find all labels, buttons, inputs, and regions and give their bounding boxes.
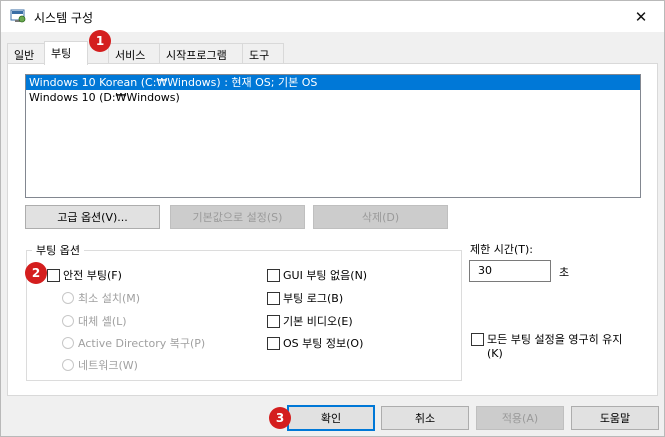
base-video-checkbox[interactable]: 기본 비디오(E) <box>267 313 353 329</box>
tab-tools[interactable]: 도구 <box>242 43 284 64</box>
alternate-shell-radio[interactable]: 대체 셸(L) <box>62 313 127 329</box>
boot-options-title: 부팅 옵션 <box>32 242 84 258</box>
set-as-default-button[interactable]: 기본값으로 설정(S) <box>170 205 305 229</box>
network-label: 네트워크(W) <box>78 359 138 372</box>
boot-log-label: 부팅 로그(B) <box>283 292 344 305</box>
tab-services[interactable]: 서비스 <box>108 43 160 64</box>
close-icon: ✕ <box>634 7 648 26</box>
radio-circle[interactable] <box>62 337 74 349</box>
ok-button[interactable]: 확인 <box>287 405 375 431</box>
checkbox-box[interactable] <box>267 291 280 305</box>
tab-boot[interactable]: 부팅 <box>44 41 88 65</box>
window-title: 시스템 구성 <box>34 11 94 25</box>
tab-label: 부팅 <box>51 47 72 60</box>
radio-circle[interactable] <box>62 292 74 304</box>
tab-general[interactable]: 일반 <box>7 43 45 64</box>
cancel-button[interactable]: 취소 <box>381 406 469 430</box>
no-gui-boot-checkbox[interactable]: GUI 부팅 없음(N) <box>267 267 367 283</box>
tab-startup[interactable]: 시작프로그램 <box>159 43 243 64</box>
checkbox-box[interactable] <box>267 336 280 350</box>
timeout-input[interactable]: 30 <box>469 260 551 282</box>
no-gui-boot-label: GUI 부팅 없음(N) <box>283 269 368 282</box>
tab-label: 도구 <box>249 49 270 62</box>
radio-circle[interactable] <box>62 315 74 327</box>
os-list-item[interactable]: Windows 10 (D:₩Windows) <box>26 90 640 105</box>
os-listbox[interactable]: Windows 10 Korean (C:₩Windows) : 현재 OS; … <box>25 74 641 198</box>
tab-label: 일반 <box>14 49 35 62</box>
apply-button[interactable]: 적용(A) <box>476 406 564 430</box>
safe-boot-checkbox[interactable]: 안전 부팅(F) <box>47 267 122 283</box>
callout-badge-3: 3 <box>269 407 291 429</box>
system-configuration-window: 시스템 구성 ✕ 일반 부팅 서비스 시작프로그램 도구 Windows 10 … <box>0 0 665 437</box>
ad-repair-radio[interactable]: Active Directory 복구(P) <box>62 335 205 351</box>
boot-log-checkbox[interactable]: 부팅 로그(B) <box>267 290 343 306</box>
os-list-item[interactable]: Windows 10 Korean (C:₩Windows) : 현재 OS; … <box>26 75 640 90</box>
checkbox-box[interactable] <box>47 268 60 282</box>
advanced-options-button[interactable]: 고급 옵션(V)... <box>25 205 160 229</box>
make-permanent-checkbox[interactable]: 모든 부팅 설정을 영구히 유지 <box>471 331 622 347</box>
msconfig-app-icon <box>10 9 26 23</box>
alternate-shell-label: 대체 셸(L) <box>78 315 127 328</box>
tab-label: 서비스 <box>115 49 146 62</box>
make-permanent-label: 모든 부팅 설정을 영구히 유지 <box>487 333 623 346</box>
timeout-label: 제한 시간(T): <box>470 243 533 256</box>
help-button[interactable]: 도움말 <box>571 406 659 430</box>
ad-repair-label: Active Directory 복구(P) <box>78 337 206 350</box>
minimal-label: 최소 설치(M) <box>78 292 141 305</box>
os-boot-info-label: OS 부팅 정보(O) <box>283 337 364 350</box>
network-radio[interactable]: 네트워크(W) <box>62 357 138 373</box>
tab-label: 시작프로그램 <box>166 49 227 62</box>
base-video-label: 기본 비디오(E) <box>283 315 353 328</box>
title-bar: 시스템 구성 ✕ <box>1 1 664 32</box>
make-permanent-accelerator: (K) <box>487 347 503 360</box>
checkbox-box[interactable] <box>471 332 484 346</box>
os-boot-info-checkbox[interactable]: OS 부팅 정보(O) <box>267 335 363 351</box>
safe-boot-label: 안전 부팅(F) <box>63 269 122 282</box>
delete-button[interactable]: 삭제(D) <box>313 205 448 229</box>
radio-circle[interactable] <box>62 359 74 371</box>
minimal-radio[interactable]: 최소 설치(M) <box>62 290 140 306</box>
checkbox-box[interactable] <box>267 314 280 328</box>
callout-badge-2: 2 <box>25 262 47 284</box>
timeout-unit: 초 <box>559 266 570 279</box>
checkbox-box[interactable] <box>267 268 280 282</box>
close-button[interactable]: ✕ <box>618 1 664 32</box>
callout-badge-1: 1 <box>89 30 111 52</box>
